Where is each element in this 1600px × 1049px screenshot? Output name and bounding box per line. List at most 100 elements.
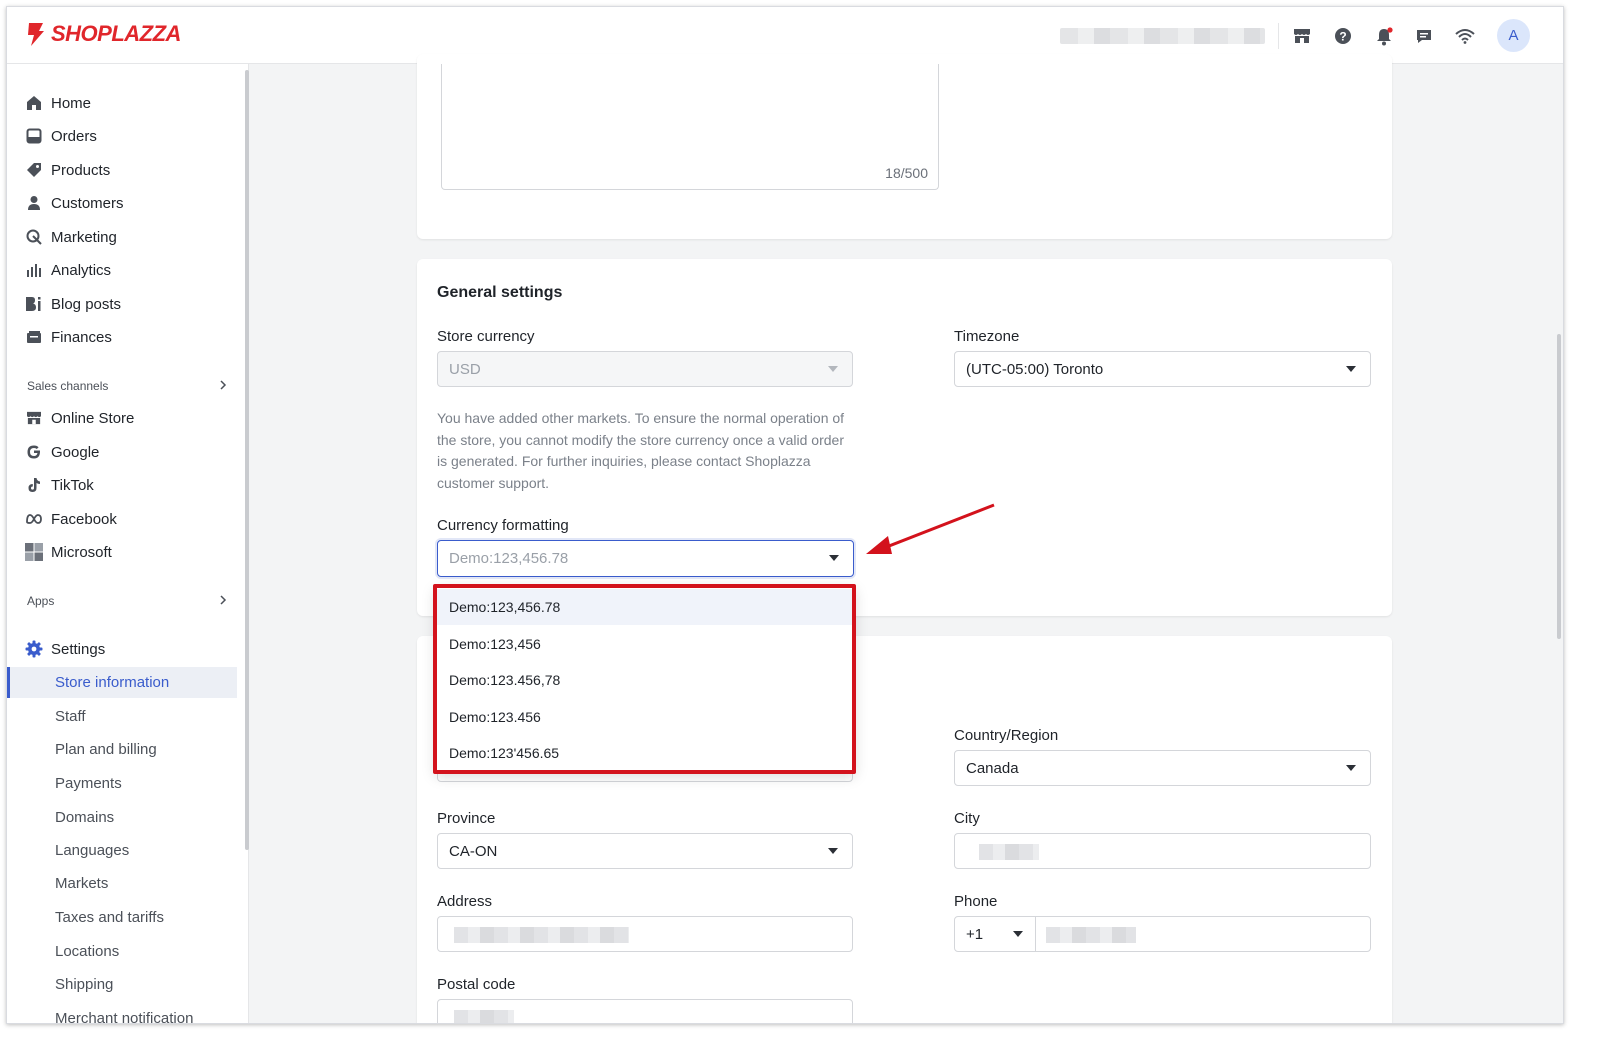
apps-header: Apps: [27, 594, 55, 608]
store-icon: [25, 409, 43, 427]
city-label: City: [954, 810, 980, 827]
sidebar-item-taxes-and-tariffs[interactable]: Taxes and tariffs: [7, 902, 237, 933]
chat-icon[interactable]: [1412, 24, 1436, 48]
sidebar-item-label: Customers: [51, 194, 124, 212]
currency-formatting-select[interactable]: Demo:123,456.78: [437, 540, 854, 577]
sidebar-item-label: TikTok: [51, 476, 94, 494]
phone-code-select[interactable]: +1: [954, 916, 1036, 952]
postal-code-input[interactable]: [437, 999, 853, 1023]
sidebar-item-label: Home: [51, 94, 92, 112]
sidebar-item-markets[interactable]: Markets: [7, 868, 237, 899]
bar-chart-icon: [25, 261, 43, 279]
sidebar-item-products[interactable]: Products: [7, 155, 239, 185]
main-scrollbar[interactable]: [1557, 334, 1561, 639]
description-textarea[interactable]: 18/500: [441, 64, 939, 190]
shoplazza-logo[interactable]: SHOPLAZZA: [25, 21, 181, 47]
sidebar-item-domains[interactable]: Domains: [7, 802, 237, 833]
chevron-right-icon[interactable]: [217, 379, 229, 391]
sidebar-item-customers[interactable]: Customers: [7, 188, 239, 218]
account-name-redacted[interactable]: [1060, 28, 1265, 44]
microsoft-icon: [25, 543, 43, 561]
finances-icon: [25, 328, 43, 346]
description-card: 18/500: [417, 54, 1392, 239]
sidebar-item-online-store[interactable]: Online Store: [7, 403, 239, 433]
sidebar-item-label: Plan and billing: [55, 741, 157, 758]
marketing-icon: [25, 228, 43, 246]
province-label: Province: [437, 810, 496, 827]
sidebar-item-settings[interactable]: Settings: [7, 634, 239, 664]
sidebar-item-plan-and-billing[interactable]: Plan and billing: [7, 734, 237, 765]
svg-text:?: ?: [1339, 30, 1346, 44]
highlight-box: [433, 584, 856, 774]
city-value-redacted: [979, 844, 1039, 860]
person-icon: [25, 194, 43, 212]
sidebar-item-store-information[interactable]: Store information: [7, 667, 237, 698]
sidebar-item-home[interactable]: Home: [7, 88, 239, 118]
store-currency-select: USD: [437, 351, 853, 387]
sidebar-item-shipping[interactable]: Shipping: [7, 969, 237, 1000]
currency-help-text: You have added other markets. To ensure …: [437, 410, 845, 491]
sidebar-item-microsoft[interactable]: Microsoft: [7, 537, 239, 567]
sidebar-item-google[interactable]: Google: [7, 437, 239, 467]
sidebar-item-label: Locations: [55, 943, 120, 960]
sidebar-item-analytics[interactable]: Analytics: [7, 255, 239, 285]
google-icon: [25, 443, 43, 461]
address-input[interactable]: [437, 916, 853, 952]
country-select[interactable]: Canada: [954, 750, 1371, 786]
sales-channels-header: Sales channels: [27, 379, 109, 393]
address-label: Address: [437, 893, 493, 910]
chevron-down-icon: [1013, 931, 1023, 937]
sidebar-item-marketing[interactable]: Marketing: [7, 222, 239, 252]
sidebar-item-finances[interactable]: Finances: [7, 322, 239, 352]
store-currency-label: Store currency: [437, 328, 535, 345]
sidebar-scrollbar[interactable]: [245, 70, 249, 850]
sidebar-item-label: Payments: [55, 775, 122, 792]
country-label: Country/Region: [954, 727, 1059, 744]
sidebar-item-label: Google: [51, 443, 100, 461]
sidebar-item-facebook[interactable]: Facebook: [7, 504, 239, 534]
city-input[interactable]: [954, 833, 1371, 869]
bell-icon[interactable]: [1372, 24, 1396, 48]
province-select[interactable]: CA-ON: [437, 833, 853, 869]
avatar[interactable]: A: [1497, 19, 1530, 52]
chevron-down-icon: [828, 366, 838, 372]
sidebar-item-staff[interactable]: Staff: [7, 701, 237, 732]
tag-icon: [25, 161, 43, 179]
tiktok-icon: [25, 476, 43, 494]
help-icon[interactable]: ?: [1331, 24, 1355, 48]
general-settings-title: General settings: [437, 284, 563, 301]
sidebar-item-label: Store information: [55, 674, 170, 691]
currency-formatting-label: Currency formatting: [437, 517, 569, 534]
sidebar-item-label: Finances: [51, 328, 112, 346]
home-icon: [25, 94, 43, 112]
phone-label: Phone: [954, 893, 998, 910]
timezone-select[interactable]: (UTC-05:00) Toronto: [954, 351, 1371, 387]
sidebar-item-label: Products: [51, 161, 111, 179]
sidebar-item-label: Orders: [51, 127, 97, 145]
postal-value-redacted: [454, 1010, 514, 1023]
chevron-down-icon: [829, 555, 839, 561]
timezone-value: (UTC-05:00) Toronto: [966, 360, 1104, 378]
sidebar-item-label: Domains: [55, 809, 115, 826]
store-icon[interactable]: [1290, 24, 1314, 48]
brand-name: SHOPLAZZA: [51, 21, 181, 46]
phone-input[interactable]: [1035, 916, 1371, 952]
sidebar-item-payments[interactable]: Payments: [7, 768, 237, 799]
sidebar-item-label: Blog posts: [51, 295, 122, 313]
province-value: CA-ON: [449, 842, 498, 860]
gear-icon: [25, 640, 43, 658]
sidebar-item-merchant-notification[interactable]: Merchant notification: [7, 1003, 237, 1023]
sidebar-item-orders[interactable]: Orders: [7, 121, 239, 151]
sidebar-item-languages[interactable]: Languages: [7, 835, 237, 866]
sidebar: Home Orders Products Customers Marketing…: [7, 64, 249, 1023]
sidebar-item-label: Languages: [55, 842, 130, 859]
wifi-icon[interactable]: [1453, 24, 1477, 48]
sidebar-item-label: Microsoft: [51, 543, 112, 561]
phone-code-value: +1: [966, 925, 984, 943]
sidebar-item-tiktok[interactable]: TikTok: [7, 470, 239, 500]
sidebar-item-label: Settings: [51, 640, 106, 658]
sidebar-item-locations[interactable]: Locations: [7, 936, 237, 967]
sidebar-item-label: Shipping: [55, 976, 114, 993]
chevron-right-icon[interactable]: [217, 594, 229, 606]
sidebar-item-blog-posts[interactable]: Blog posts: [7, 289, 239, 319]
